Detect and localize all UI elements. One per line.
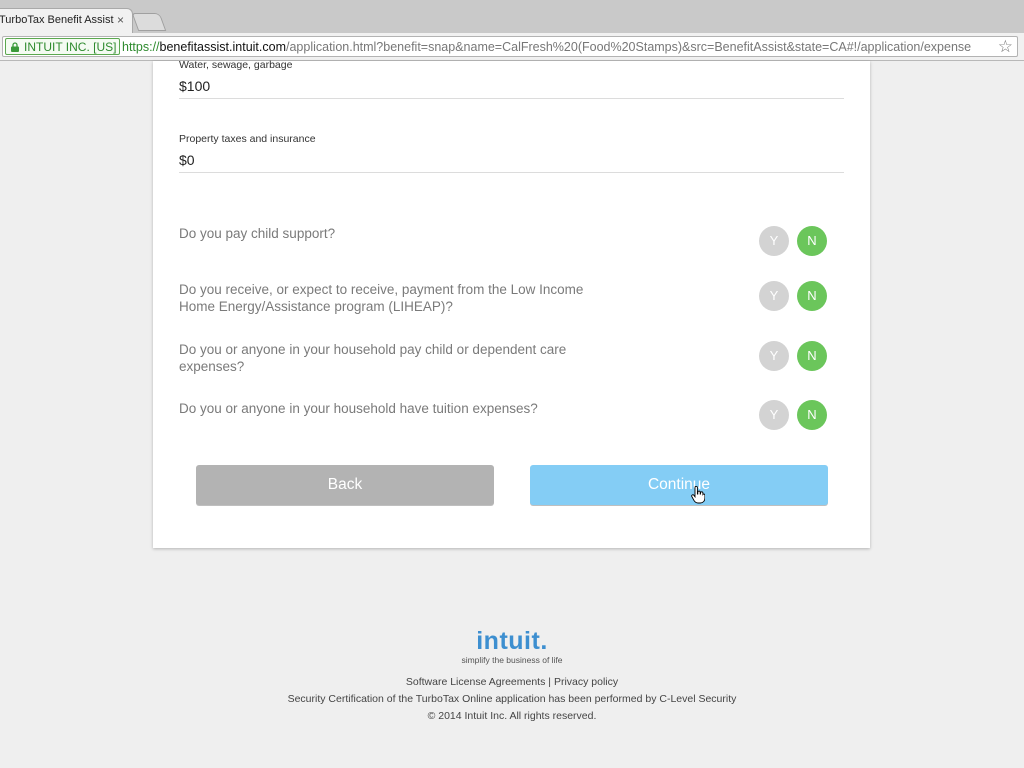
browser-tab[interactable]: TurboTax Benefit Assist ×	[0, 8, 133, 33]
dependent-care-no-button[interactable]: N	[797, 341, 827, 371]
child-support-yes-button[interactable]: Y	[759, 226, 789, 256]
expense-form-card: Water, sewage, garbage $100 Property tax…	[153, 59, 870, 548]
bookmark-star-icon[interactable]: ☆	[998, 38, 1013, 55]
question-dependent-care: Do you or anyone in your household pay c…	[179, 342, 567, 374]
question-tuition: Do you or anyone in your household have …	[179, 401, 538, 416]
liheap-yes-button[interactable]: Y	[759, 281, 789, 311]
url-host: benefitassist.intuit.com	[159, 40, 286, 54]
ev-label: INTUIT INC. [US]	[24, 40, 117, 54]
tuition-yes-button[interactable]: Y	[759, 400, 789, 430]
hand-pointer-cursor-icon	[691, 486, 705, 504]
question-liheap: Do you receive, or expect to receive, pa…	[179, 282, 584, 314]
software-license-link[interactable]: Software License Agreements	[406, 676, 546, 688]
link-separator: |	[548, 676, 552, 688]
back-button[interactable]: Back	[196, 465, 494, 505]
intuit-logo: intuit.	[476, 627, 548, 655]
copyright-text: © 2014 Intuit Inc. All rights reserved.	[427, 710, 597, 722]
page-footer: intuit. simplify the business of life So…	[0, 628, 1024, 723]
water-sewage-input[interactable]: $100	[179, 76, 844, 98]
property-taxes-field[interactable]: Property taxes and insurance $0	[179, 133, 844, 173]
privacy-policy-link[interactable]: Privacy policy	[554, 676, 618, 688]
footer-links: Software License Agreements | Privacy po…	[0, 676, 1024, 689]
ev-certificate-badge[interactable]: INTUIT INC. [US]	[5, 38, 121, 55]
question-child-support: Do you pay child support?	[179, 226, 336, 241]
tuition-no-button[interactable]: N	[797, 400, 827, 430]
security-certification-text: Security Certification of the TurboTax O…	[287, 693, 737, 705]
logo-tagline: simplify the business of life	[461, 655, 563, 665]
browser-toolbar: INTUIT INC. [US] https://benefitassist.i…	[0, 33, 1024, 61]
url-path: /application.html?benefit=snap&name=CalF…	[285, 40, 972, 54]
child-support-no-button[interactable]: N	[797, 226, 827, 256]
tab-title: TurboTax Benefit Assist	[0, 14, 114, 26]
url-scheme: https://	[122, 40, 160, 54]
dependent-care-yes-button[interactable]: Y	[759, 341, 789, 371]
water-sewage-field[interactable]: Water, sewage, garbage $100	[179, 59, 844, 99]
browser-tab-bar: TurboTax Benefit Assist ×	[0, 0, 1024, 33]
field-label: Property taxes and insurance	[179, 133, 316, 145]
property-taxes-input[interactable]: $0	[179, 150, 844, 172]
liheap-no-button[interactable]: N	[797, 281, 827, 311]
field-label: Water, sewage, garbage	[179, 59, 293, 71]
lock-icon	[11, 42, 19, 52]
address-bar[interactable]: INTUIT INC. [US] https://benefitassist.i…	[2, 36, 1018, 57]
continue-button[interactable]: Continue	[530, 465, 828, 505]
close-icon[interactable]: ×	[117, 13, 124, 27]
url-text[interactable]: https://benefitassist.intuit.com/applica…	[122, 39, 971, 55]
new-tab-button[interactable]	[131, 13, 167, 31]
